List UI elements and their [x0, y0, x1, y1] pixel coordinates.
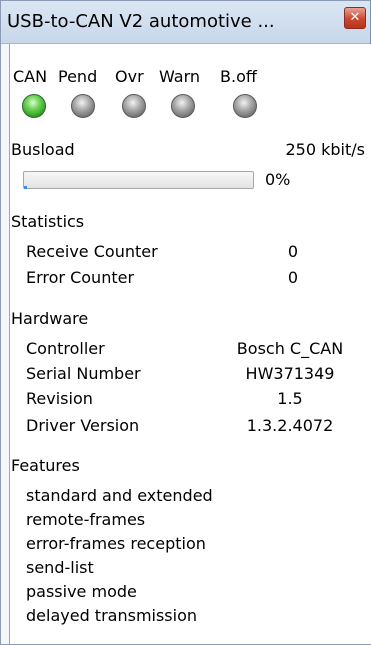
can-led-icon: [22, 94, 46, 118]
revision-value: 1.5: [277, 389, 303, 408]
title-bar[interactable]: USB-to-CAN V2 automotive ... ✕: [1, 1, 370, 44]
led-label-ovr: Ovr: [115, 67, 144, 86]
error-counter-value: 0: [287, 268, 299, 287]
controller-label: Controller: [26, 339, 105, 358]
busload-progress-fill: [24, 186, 27, 189]
warn-led-icon: [171, 94, 195, 118]
feature-item: send-list: [26, 558, 94, 577]
receive-counter-label: Receive Counter: [26, 242, 158, 261]
boff-led-icon: [233, 94, 257, 118]
feature-item: passive mode: [26, 582, 137, 601]
close-icon: ✕: [349, 10, 361, 25]
led-label-warn: Warn: [159, 67, 201, 86]
led-label-can: CAN: [13, 67, 48, 86]
driver-version-value: 1.3.2.4072: [246, 416, 334, 435]
receive-counter-value: 0: [287, 242, 299, 261]
feature-item: error-frames reception: [26, 534, 206, 553]
statistics-heading: Statistics: [11, 212, 85, 231]
led-label-pend: Pend: [58, 67, 98, 86]
features-heading: Features: [11, 456, 80, 475]
feature-item: remote-frames: [26, 510, 146, 529]
driver-version-label: Driver Version: [26, 416, 140, 435]
controller-value: Bosch C_CAN: [236, 339, 344, 358]
status-panel: CAN Pend Ovr Warn B.off Busload 250 kbit…: [9, 44, 371, 644]
pend-led-icon: [71, 94, 95, 118]
serial-number-value: HW371349: [245, 364, 335, 383]
window-title: USB-to-CAN V2 automotive ...: [7, 11, 275, 32]
busload-label: Busload: [11, 140, 75, 159]
revision-label: Revision: [26, 389, 93, 408]
busload-rate: 250 kbit/s: [285, 140, 366, 159]
led-label-boff: B.off: [220, 67, 257, 86]
busload-progress-bar: [23, 171, 254, 189]
busload-percent: 0%: [265, 170, 291, 189]
serial-number-label: Serial Number: [26, 364, 141, 383]
error-counter-label: Error Counter: [26, 268, 135, 287]
feature-item: delayed transmission: [26, 606, 198, 625]
close-button[interactable]: ✕: [344, 7, 366, 29]
hardware-heading: Hardware: [11, 309, 89, 328]
can-status-window: USB-to-CAN V2 automotive ... ✕ CAN Pend …: [0, 0, 371, 645]
feature-item: standard and extended: [26, 486, 213, 505]
ovr-led-icon: [122, 94, 146, 118]
